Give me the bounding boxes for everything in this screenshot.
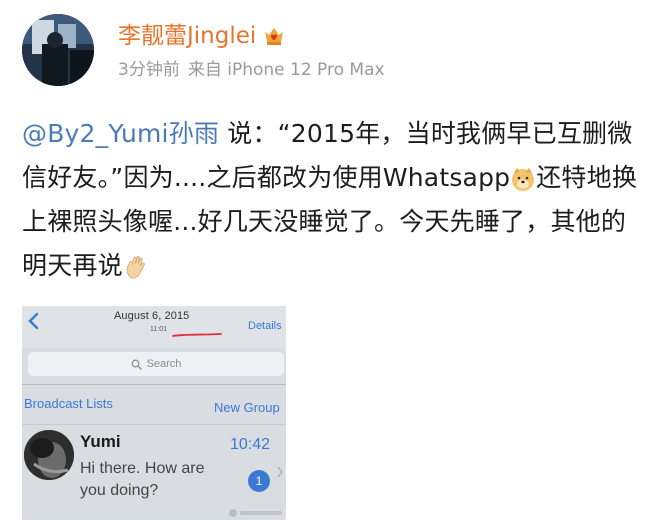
- user-avatar[interactable]: [22, 14, 94, 86]
- chat-timestamp: 10:42: [230, 436, 271, 453]
- whatsapp-nav-bar: August 6, 2015 11:01 Details: [22, 306, 286, 348]
- unread-count-badge: 1: [248, 470, 270, 492]
- waving-hand-icon: [126, 255, 145, 279]
- chat-message-preview: Hi there. How are you doing?: [80, 460, 205, 499]
- divider: [22, 424, 286, 425]
- red-underline-mark: [172, 333, 222, 337]
- username-row: 李靓蕾Jinglei: [118, 20, 286, 52]
- watermark-logo: [229, 509, 282, 517]
- search-icon: [131, 359, 142, 370]
- attached-screenshot[interactable]: August 6, 2015 11:01 Details Search Broa…: [22, 306, 286, 520]
- chat-date: August 6, 2015: [114, 310, 190, 322]
- username[interactable]: 李靓蕾Jinglei: [118, 20, 256, 52]
- doge-face-icon: [512, 168, 535, 191]
- chevron-right-icon: [277, 466, 284, 478]
- chat-avatar: [24, 430, 74, 480]
- post-time: 3分钟前: [118, 60, 180, 80]
- divider: [22, 384, 286, 385]
- mention-link[interactable]: @By2_Yumi孙雨: [22, 119, 219, 148]
- details-link[interactable]: Details: [248, 320, 282, 332]
- gold-crown-heart-icon: [265, 28, 284, 45]
- post-meta: 3分钟前 来自 iPhone 12 Pro Max: [118, 58, 385, 82]
- chat-date-time: 11:01: [150, 326, 167, 333]
- broadcast-lists-link[interactable]: Broadcast Lists: [24, 396, 113, 411]
- chevron-left-icon: [28, 312, 39, 330]
- new-group-link[interactable]: New Group: [214, 400, 280, 415]
- search-placeholder: Search: [146, 358, 182, 370]
- chat-contact-name[interactable]: Yumi: [80, 432, 121, 452]
- post-text: @By2_Yumi孙雨 说：“2015年，当时我俩早已互删微信好友。”因为...…: [22, 112, 642, 288]
- search-bar[interactable]: Search: [28, 352, 284, 376]
- post-source: 来自 iPhone 12 Pro Max: [187, 60, 385, 80]
